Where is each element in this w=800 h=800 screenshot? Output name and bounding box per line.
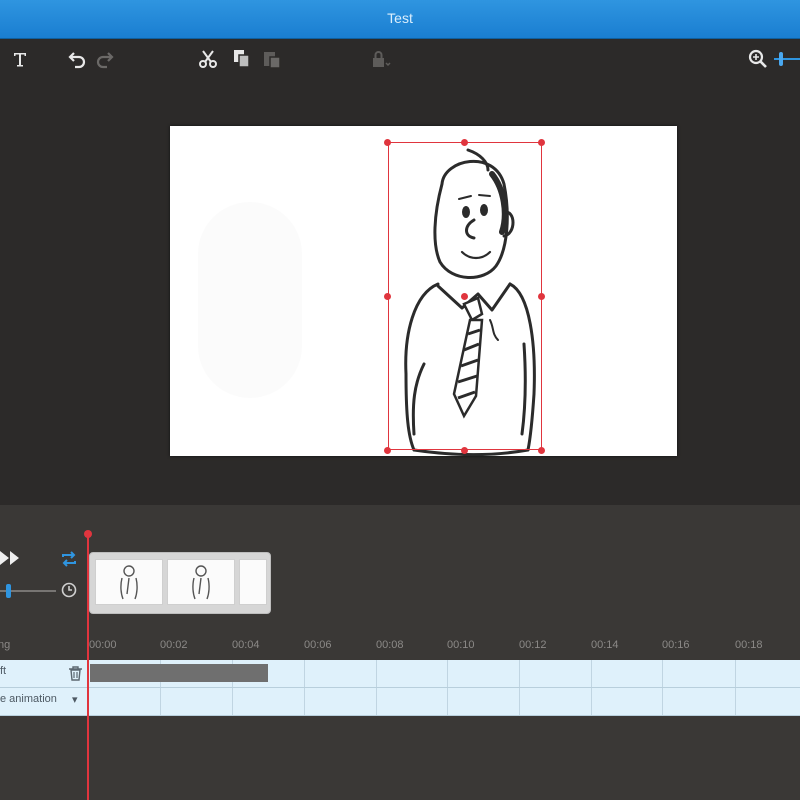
title-bar: Test	[0, 0, 800, 39]
time-tick: 00:16	[662, 639, 690, 651]
undo-icon[interactable]	[66, 47, 90, 71]
paste-icon[interactable]	[260, 47, 284, 71]
copy-icon[interactable]	[230, 47, 254, 71]
empty-track-area	[0, 716, 800, 800]
resize-handle-bl[interactable]	[384, 447, 391, 454]
time-tick: 00:12	[519, 639, 547, 651]
resize-handle-br[interactable]	[538, 447, 545, 454]
frame-thumbnail[interactable]	[95, 559, 163, 605]
time-ruler[interactable]: ng 00:00 00:02 00:04 00:06 00:08 00:10 0…	[0, 632, 800, 660]
faded-character	[198, 202, 302, 398]
loop-icon[interactable]	[60, 551, 78, 572]
frame-thumbnail[interactable]	[167, 559, 235, 605]
lock-icon[interactable]	[368, 47, 392, 71]
clock-icon[interactable]	[61, 582, 77, 603]
resize-handle-tl[interactable]	[384, 139, 391, 146]
object-track-row[interactable]: ft	[0, 660, 800, 688]
magnifier-icon[interactable]	[746, 47, 770, 71]
animation-track-row[interactable]: e animation ▾	[0, 688, 800, 716]
fast-forward-icon[interactable]	[0, 551, 22, 570]
time-tick: 00:08	[376, 639, 404, 651]
trash-icon[interactable]	[69, 666, 82, 686]
toolbar	[0, 39, 800, 79]
playhead-handle[interactable]	[84, 530, 92, 538]
timeline-clip[interactable]	[90, 664, 268, 682]
playhead[interactable]	[87, 535, 89, 800]
frame-thumbnail[interactable]	[239, 559, 267, 605]
window-title: Test	[387, 10, 413, 26]
time-tick: 00:04	[232, 639, 260, 651]
resize-handle-tm[interactable]	[461, 139, 468, 146]
zoom-slider[interactable]	[774, 47, 800, 71]
resize-handle-ml[interactable]	[384, 293, 391, 300]
text-tool-icon[interactable]	[8, 47, 32, 71]
time-tick: 00:10	[447, 639, 475, 651]
rotation-handle[interactable]	[461, 293, 468, 300]
scene-canvas[interactable]	[170, 126, 677, 456]
ruler-label: ng	[0, 639, 11, 651]
chevron-down-icon[interactable]: ▾	[72, 693, 78, 706]
track-label: ft	[0, 665, 7, 677]
resize-handle-bm[interactable]	[461, 447, 468, 454]
redo-icon[interactable]	[92, 47, 116, 71]
time-tick: 00:18	[735, 639, 763, 651]
frame-thumbnail-strip[interactable]	[89, 552, 271, 614]
resize-handle-mr[interactable]	[538, 293, 545, 300]
resize-handle-tr[interactable]	[538, 139, 545, 146]
time-tick: 00:14	[591, 639, 619, 651]
time-tick: 00:06	[304, 639, 332, 651]
animation-label: e animation	[0, 693, 57, 705]
time-tick: 00:02	[160, 639, 188, 651]
speed-slider[interactable]	[0, 583, 60, 604]
time-tick: 00:00	[89, 639, 117, 651]
scissors-icon[interactable]	[196, 47, 220, 71]
